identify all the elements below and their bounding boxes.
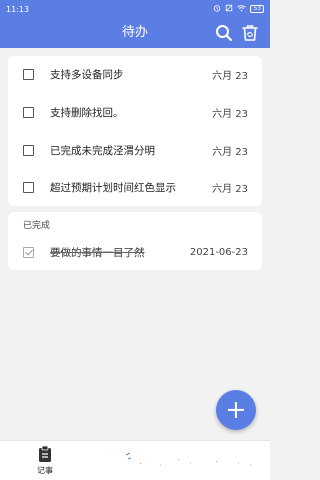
recycle-bin-icon [242,25,258,41]
completed-text: 要做的事情一目了然 [50,246,145,259]
alarm-icon [213,4,221,14]
completed-date: 2021-06-23 [189,246,248,258]
bottom-nav-placeholder-marks [125,452,251,466]
todo-item[interactable]: 已完成未完成泾渭分明 六月 23 [8,132,262,168]
tab-notes-label: 记事 [37,466,53,475]
completed-list: 已完成 要做的事情一目了然 2021-06-23 [8,212,262,270]
completed-item[interactable]: 要做的事情一目了然 2021-06-23 [8,234,262,270]
todo-item[interactable]: 支持多设备同步 六月 23 [8,56,262,92]
search-icon [216,25,233,42]
search-button[interactable] [214,23,234,43]
add-todo-button[interactable] [216,390,256,430]
todo-date: 六月 23 [212,70,248,82]
wifi-icon [237,4,246,14]
todo-date: 六月 23 [212,183,248,195]
status-bar: 11:13 53 [0,0,270,18]
completed-checkbox[interactable] [23,246,34,258]
todo-checkbox[interactable] [23,68,34,80]
todo-item[interactable]: 支持删除找回。 六月 23 [8,94,262,130]
status-icons: 53 [213,4,264,14]
todo-text: 超过预期计划时间红色显示 [50,181,176,194]
todo-text: 支持多设备同步 [50,68,124,81]
todo-text: 支持删除找回。 [50,106,124,119]
todo-checkbox[interactable] [23,181,34,193]
todo-date: 六月 23 [212,146,248,158]
pending-list: 支持多设备同步 六月 23 支持删除找回。 六月 23 已完成未完成泾渭分明 六… [8,56,262,206]
recycle-bin-button[interactable] [240,23,260,43]
battery-icon: 53 [250,5,264,13]
app-bar: 待办 [0,18,270,48]
todo-item[interactable]: 超过预期计划时间红色显示 六月 23 [8,169,262,205]
status-time: 11:13 [6,4,30,14]
mute-icon [225,4,233,14]
todo-date: 六月 23 [212,108,248,120]
clipboard-icon [39,445,51,462]
tab-notes[interactable]: 记事 [30,445,60,479]
todo-text: 已完成未完成泾渭分明 [50,144,155,157]
bottom-nav: 记事 [0,440,270,480]
completed-section-label: 已完成 [23,221,51,231]
todo-checkbox[interactable] [23,106,34,118]
todo-checkbox[interactable] [23,144,34,156]
